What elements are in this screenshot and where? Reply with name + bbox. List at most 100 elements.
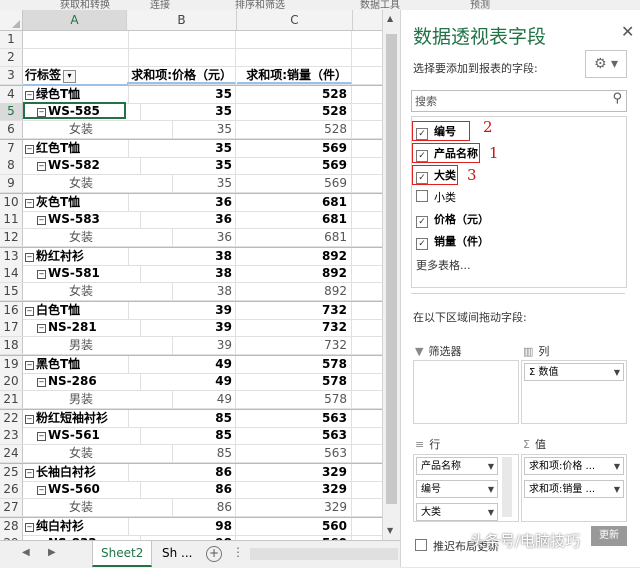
row-number[interactable]: 25 bbox=[0, 464, 23, 481]
rows-item[interactable]: 编号 ▼ bbox=[416, 480, 498, 498]
cell-row-label[interactable]: − 粉红衬衫 bbox=[23, 248, 129, 265]
vertical-scrollbar[interactable]: ▲ ▼ bbox=[382, 10, 401, 540]
select-all-corner[interactable] bbox=[0, 10, 23, 30]
cell-price[interactable]: 35 bbox=[127, 157, 236, 174]
row-number[interactable]: 13 bbox=[0, 248, 23, 265]
row-number[interactable]: 23 bbox=[0, 427, 23, 444]
rows-item[interactable]: 大类 ▼ bbox=[416, 503, 498, 521]
cell-price[interactable]: 39 bbox=[127, 302, 236, 319]
cell-row-label[interactable]: − 黑色T恤 bbox=[23, 356, 129, 373]
row-number[interactable]: 17 bbox=[0, 319, 23, 336]
worksheet-grid[interactable]: A B C 1 2 3 行标签 ▾ 求和项:价格（元） 求和项:销量（件） 4− 绿色T恤 35 5… bbox=[0, 10, 382, 540]
scroll-thumb[interactable] bbox=[386, 34, 397, 504]
values-item[interactable]: 求和项:销量 ... ▼ bbox=[524, 480, 624, 498]
cell-row-label[interactable]: − 纯白衬衫 bbox=[23, 518, 129, 535]
cell-sales[interactable]: 732 bbox=[237, 319, 352, 336]
cell-sales[interactable]: 528 bbox=[237, 86, 352, 103]
unchecked-checkbox[interactable] bbox=[416, 190, 428, 202]
cell-sales[interactable]: 563 bbox=[237, 445, 352, 462]
cell-sales[interactable]: 528 bbox=[237, 103, 352, 120]
cell-row-label[interactable]: − 绿色T恤 bbox=[23, 86, 129, 103]
cell-price[interactable]: 38 bbox=[127, 248, 236, 265]
cell-row-label[interactable]: − 长袖白衬衫 bbox=[23, 464, 129, 481]
row-number[interactable]: 3 bbox=[0, 67, 23, 84]
cell-sales[interactable]: 732 bbox=[237, 337, 352, 354]
cell-sales[interactable]: 569 bbox=[237, 157, 352, 174]
collapse-icon[interactable]: − bbox=[37, 270, 46, 279]
chevron-down-icon[interactable]: ▼ bbox=[614, 481, 620, 497]
cell-sales[interactable]: 求和项:销量（件） bbox=[237, 67, 352, 84]
row-number[interactable]: 7 bbox=[0, 140, 23, 157]
cell-price[interactable]: 36 bbox=[127, 211, 236, 228]
tab-prev-icon[interactable]: ◀ bbox=[22, 547, 30, 558]
collapse-icon[interactable]: − bbox=[37, 162, 46, 171]
collapse-icon[interactable]: − bbox=[25, 415, 34, 424]
row-number[interactable]: 11 bbox=[0, 211, 23, 228]
cell-sales[interactable]: 892 bbox=[237, 283, 352, 300]
cell-row-label[interactable]: − WS-583 bbox=[23, 211, 141, 228]
cell-price[interactable]: 49 bbox=[127, 373, 236, 390]
cell-row-label[interactable] bbox=[23, 49, 129, 66]
cell-row-label[interactable]: − WS-560 bbox=[23, 481, 141, 498]
cell-price[interactable]: 35 bbox=[127, 175, 236, 192]
field-search-input[interactable]: 搜索 ⚲ bbox=[411, 90, 627, 112]
cell-price[interactable]: 39 bbox=[127, 337, 236, 354]
row-number[interactable]: 9 bbox=[0, 175, 23, 192]
tab-next-icon[interactable]: ▶ bbox=[48, 547, 56, 558]
collapse-icon[interactable]: − bbox=[25, 253, 34, 262]
cell-price[interactable]: 36 bbox=[127, 229, 236, 246]
row-number[interactable]: 14 bbox=[0, 265, 23, 282]
column-header-c[interactable]: C bbox=[237, 10, 353, 30]
cell-price[interactable]: 36 bbox=[127, 194, 236, 211]
cell-row-label[interactable]: − 粉红短袖衬衫 bbox=[23, 410, 129, 427]
cell-price[interactable]: 85 bbox=[127, 410, 236, 427]
cell-price[interactable]: 35 bbox=[127, 140, 236, 157]
cell-sales[interactable] bbox=[237, 49, 352, 66]
cell-row-label[interactable]: 行标签 ▾ bbox=[23, 67, 129, 86]
cell-sales[interactable]: 578 bbox=[237, 391, 352, 408]
row-number[interactable]: 26 bbox=[0, 481, 23, 498]
cell-row-label[interactable]: − WS-561 bbox=[23, 427, 141, 444]
cell-sales[interactable]: 681 bbox=[237, 194, 352, 211]
values-drop-area[interactable]: 求和项:价格 ... ▼ 求和项:销量 ... ▼ bbox=[521, 454, 627, 522]
cell-sales[interactable]: 563 bbox=[237, 427, 352, 444]
cell-row-label[interactable]: − 红色T恤 bbox=[23, 140, 129, 157]
rows-area-scrollbar[interactable] bbox=[502, 457, 512, 517]
cell-sales[interactable]: 681 bbox=[237, 229, 352, 246]
column-header-a[interactable]: A bbox=[23, 10, 127, 30]
row-number[interactable]: 18 bbox=[0, 337, 23, 354]
row-number[interactable]: 24 bbox=[0, 445, 23, 462]
filter-dropdown-icon[interactable]: ▾ bbox=[63, 70, 77, 83]
chevron-down-icon[interactable]: ▼ bbox=[488, 504, 494, 520]
values-item[interactable]: 求和项:价格 ... ▼ bbox=[524, 457, 624, 475]
cell-sales[interactable]: 681 bbox=[237, 211, 352, 228]
field-item[interactable]: 小类 bbox=[416, 189, 456, 207]
chevron-down-icon[interactable]: ▼ bbox=[488, 481, 494, 497]
row-number[interactable]: 20 bbox=[0, 373, 23, 390]
cell-row-label[interactable]: − WS-581 bbox=[23, 265, 141, 282]
field-item[interactable]: ✓ 价格（元） bbox=[416, 211, 489, 229]
row-number[interactable]: 19 bbox=[0, 356, 23, 373]
collapse-icon[interactable]: − bbox=[25, 199, 34, 208]
cell-row-label[interactable]: − 灰色T恤 bbox=[23, 194, 129, 211]
chevron-down-icon[interactable]: ▼ bbox=[614, 458, 620, 474]
cell-sales[interactable]: 892 bbox=[237, 265, 352, 282]
row-number[interactable]: 12 bbox=[0, 229, 23, 246]
tab-sheet2[interactable]: Sheet2 bbox=[92, 541, 153, 567]
columns-drop-area[interactable]: Σ 数值 ▼ bbox=[521, 360, 627, 424]
row-number[interactable]: 6 bbox=[0, 121, 23, 138]
cell-sales[interactable]: 329 bbox=[237, 499, 352, 516]
close-icon[interactable]: ✕ bbox=[621, 22, 634, 41]
filters-drop-area[interactable] bbox=[413, 360, 519, 424]
cell-price[interactable]: 86 bbox=[127, 499, 236, 516]
row-number[interactable]: 10 bbox=[0, 194, 23, 211]
row-number[interactable]: 15 bbox=[0, 283, 23, 300]
add-sheet-icon[interactable]: + bbox=[206, 546, 222, 562]
cell-sales[interactable]: 329 bbox=[237, 481, 352, 498]
cell-price[interactable]: 86 bbox=[127, 464, 236, 481]
rows-drop-area[interactable]: 产品名称 ▼ 编号 ▼ 大类 ▼ bbox=[413, 454, 519, 522]
cell-price[interactable] bbox=[127, 49, 236, 66]
collapse-icon[interactable]: − bbox=[25, 145, 34, 154]
cell-sales[interactable]: 732 bbox=[237, 302, 352, 319]
cell-price[interactable]: 86 bbox=[127, 481, 236, 498]
